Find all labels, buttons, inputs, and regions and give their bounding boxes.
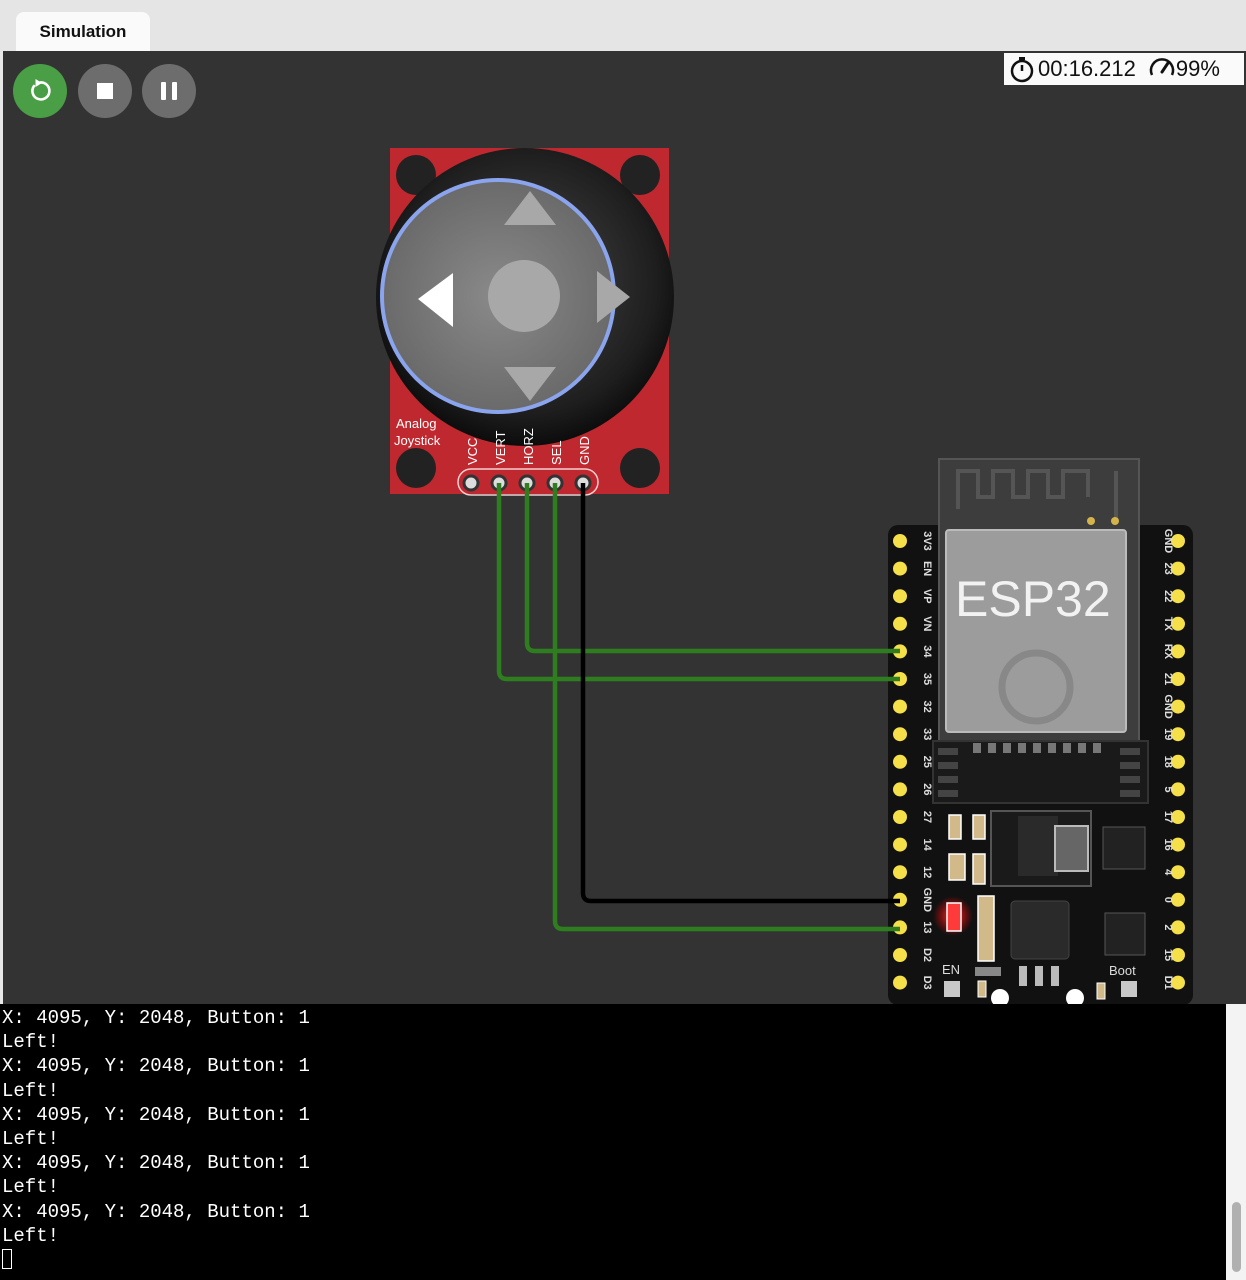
joystick-knob[interactable] — [488, 260, 560, 332]
esp32-pin-label-right-1: 23 — [1162, 562, 1174, 574]
pin-label-sel: SEL — [549, 440, 564, 465]
tab-simulation[interactable]: Simulation — [16, 12, 150, 51]
serial-monitor[interactable]: X: 4095, Y: 2048, Button: 1 Left! X: 409… — [0, 1004, 1226, 1280]
esp32-pin-label-right-6: GND — [1162, 694, 1174, 719]
speedometer-icon — [1148, 55, 1176, 83]
esp32-pin-label-left-7: 33 — [921, 728, 933, 740]
en-button[interactable] — [944, 981, 960, 997]
boot-button[interactable] — [1121, 981, 1137, 997]
esp32-pin-label-left-11: 14 — [921, 838, 933, 851]
esp32-pin-label-right-3: TX — [1162, 617, 1174, 632]
pin-label-vert: VERT — [493, 431, 508, 465]
esp32-pin-label-left-14: 13 — [921, 921, 933, 933]
joystick-label-line1: Analog — [396, 416, 436, 431]
console-line: Left! — [2, 1176, 60, 1199]
esp32-pin-label-left-5: 35 — [921, 673, 933, 685]
console-line: X: 4095, Y: 2048, Button: 1 — [2, 1103, 310, 1126]
console-input[interactable] — [0, 1248, 1226, 1272]
circuit-diagram: Analog Joystick VCC VERT HORZ SEL GND ES… — [376, 148, 1193, 1004]
esp32-pin-label-left-4: 34 — [921, 645, 933, 658]
console-line: Left! — [2, 1127, 60, 1150]
esp32-pin-pad-left-6[interactable] — [893, 699, 907, 714]
elapsed-time: 00:16.212 — [1038, 56, 1136, 81]
esp32-pin-pad-left-2[interactable] — [893, 589, 907, 604]
console-line: X: 4095, Y: 2048, Button: 1 — [2, 1007, 310, 1029]
stop-button[interactable] — [78, 64, 132, 118]
tab-bar: Simulation — [0, 0, 1246, 51]
esp32-pin-label-left-0: 3V3 — [921, 531, 933, 551]
wire-sel-to-13 — [552, 483, 900, 932]
restart-button[interactable] — [13, 64, 67, 118]
esp32-pin-pad-left-9[interactable] — [893, 782, 907, 797]
esp32-pin-label-left-6: 32 — [921, 700, 933, 712]
pin-label-gnd: GND — [577, 436, 592, 465]
pin-label-horz: HORZ — [521, 428, 536, 465]
esp32-pin-label-left-12: 12 — [921, 866, 933, 878]
esp32-pin-label-right-15: 15 — [1162, 949, 1174, 961]
esp32-pin-label-right-16: D1 — [1162, 976, 1174, 990]
esp32-pin-label-right-13: 0 — [1162, 897, 1174, 903]
wire-gnd-to-gnd — [580, 483, 900, 904]
esp32-pin-pad-left-10[interactable] — [893, 810, 907, 824]
esp32-pin-pad-left-1[interactable] — [893, 561, 907, 576]
stop-icon — [97, 83, 113, 99]
esp32-pin-label-right-4: RX — [1162, 644, 1174, 660]
esp32-pin-label-left-16: D3 — [921, 976, 933, 990]
esp32-pin-pad-left-8[interactable] — [893, 754, 907, 769]
console-line: Left! — [2, 1079, 60, 1102]
pause-icon — [161, 82, 177, 100]
esp32-pin-label-right-0: GND — [1162, 529, 1174, 554]
console-line: X: 4095, Y: 2048, Button: 1 — [2, 1152, 310, 1175]
esp32-pin-label-left-3: VN — [921, 616, 933, 631]
restart-icon — [31, 79, 51, 101]
esp32-pin-label-right-11: 16 — [1162, 838, 1174, 850]
esp32-pin-label-right-12: 4 — [1162, 869, 1174, 876]
pin-label-vcc: VCC — [465, 438, 480, 465]
esp32-pin-label-right-14: 2 — [1162, 924, 1174, 930]
esp32-pin-pad-left-3[interactable] — [893, 616, 907, 631]
esp32-title: ESP32 — [955, 571, 1111, 627]
esp32-pin-label-right-5: 21 — [1162, 673, 1174, 685]
console-scrollbar-thumb[interactable] — [1232, 1202, 1241, 1272]
esp32-pin-pad-left-7[interactable] — [893, 727, 907, 742]
esp32-pin-label-left-2: VP — [921, 589, 933, 604]
esp32-pin-label-left-10: 27 — [921, 811, 933, 823]
esp32-pin-label-right-7: 19 — [1162, 728, 1174, 740]
esp32-pin-pad-left-15[interactable] — [893, 948, 907, 962]
esp32-pin-label-right-9: 5 — [1162, 786, 1174, 792]
esp32-pin-pad-left-0[interactable] — [893, 534, 907, 548]
esp32-pin-pad-left-11[interactable] — [893, 837, 907, 852]
joystick-label-line2: Joystick — [394, 433, 441, 448]
simulation-canvas[interactable]: Analog Joystick VCC VERT HORZ SEL GND ES… — [3, 51, 1246, 1004]
esp32-pin-label-left-15: D2 — [921, 948, 933, 962]
esp32-pin-label-left-8: 25 — [921, 756, 933, 768]
text-cursor — [2, 1248, 12, 1269]
esp32-pin-label-right-8: 18 — [1162, 756, 1174, 768]
pause-button[interactable] — [142, 64, 196, 118]
esp32-pin-label-left-13: GND — [921, 888, 933, 913]
stopwatch-icon — [1008, 55, 1036, 83]
console-line: X: 4095, Y: 2048, Button: 1 — [2, 1200, 310, 1223]
console-line: Left! — [2, 1031, 60, 1054]
esp32-pin-label-left-1: EN — [921, 561, 933, 576]
esp32-pin-pad-left-16[interactable] — [893, 975, 907, 990]
console-line: Left! — [2, 1224, 60, 1247]
esp32-pin-label-right-10: 17 — [1162, 811, 1174, 823]
esp32-pin-pad-left-12[interactable] — [893, 865, 907, 880]
en-label: EN — [942, 962, 960, 977]
esp32-pin-label-right-2: 22 — [1162, 590, 1174, 602]
boot-label: Boot — [1109, 963, 1136, 978]
simulation-status: 00:16.212 99% — [1004, 53, 1244, 85]
wires — [496, 483, 900, 932]
simulation-speed: 99% — [1175, 56, 1220, 81]
console-line: X: 4095, Y: 2048, Button: 1 — [2, 1055, 310, 1078]
power-led — [946, 902, 962, 932]
esp32-pin-label-left-9: 26 — [921, 783, 933, 795]
